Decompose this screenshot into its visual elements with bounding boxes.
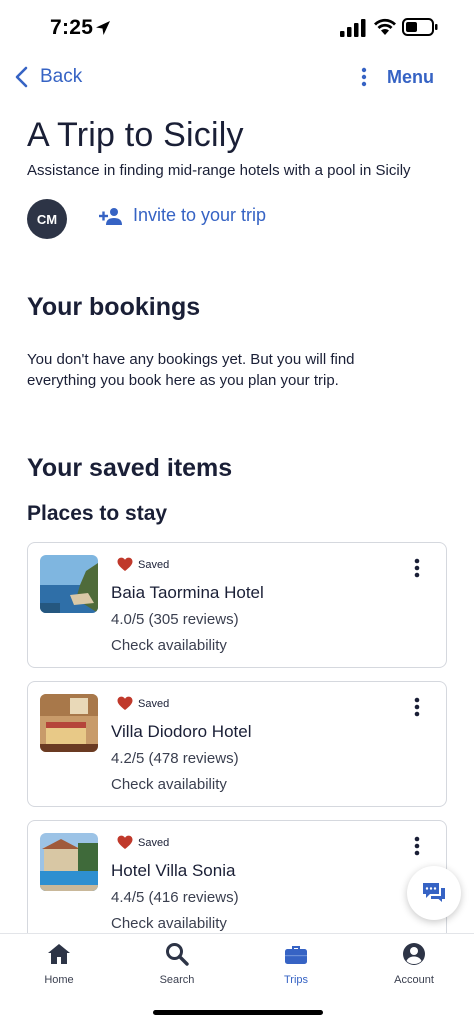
heart-icon[interactable] xyxy=(117,696,133,711)
hotel-thumbnail xyxy=(40,555,98,613)
check-availability-link[interactable]: Check availability xyxy=(111,776,227,793)
tab-label: Account xyxy=(394,974,434,986)
page-title: A Trip to Sicily xyxy=(27,116,244,154)
add-person-icon xyxy=(99,207,122,225)
tab-trips[interactable]: Trips xyxy=(256,942,336,986)
hotel-name: Villa Diodoro Hotel xyxy=(111,722,252,741)
more-vertical-icon[interactable] xyxy=(412,835,422,857)
saved-hotel-card[interactable]: Saved Hotel Villa Sonia 4.4/5 (416 revie… xyxy=(27,820,447,946)
hotel-rating: 4.2/5 (478 reviews) xyxy=(111,750,239,767)
home-indicator xyxy=(153,1010,323,1015)
saved-badge: Saved xyxy=(117,835,169,850)
account-icon xyxy=(403,943,425,965)
tab-label: Home xyxy=(44,974,74,986)
invite-button[interactable]: Invite to your trip xyxy=(99,205,266,226)
signal-icon xyxy=(340,19,366,37)
saved-hotel-card[interactable]: Saved Villa Diodoro Hotel 4.2/5 (478 rev… xyxy=(27,681,447,807)
check-availability-link[interactable]: Check availability xyxy=(111,915,227,932)
briefcase-icon xyxy=(285,946,307,964)
saved-label: Saved xyxy=(138,836,170,849)
invite-label: Invite to your trip xyxy=(133,205,267,225)
tab-home[interactable]: Home xyxy=(19,942,99,986)
saved-badge: Saved xyxy=(117,557,169,572)
menu-label: Menu xyxy=(387,66,434,87)
places-to-stay-heading: Places to stay xyxy=(27,502,168,525)
status-time: 7:25 xyxy=(50,16,94,39)
more-vertical-icon[interactable] xyxy=(412,557,422,579)
chat-button[interactable] xyxy=(407,866,461,920)
heart-icon[interactable] xyxy=(117,835,133,850)
more-vertical-icon xyxy=(361,67,367,87)
hotel-rating: 4.4/5 (416 reviews) xyxy=(111,889,239,906)
more-vertical-icon[interactable] xyxy=(412,696,422,718)
hotel-thumbnail xyxy=(40,833,98,891)
hotel-name: Baia Taormina Hotel xyxy=(111,583,264,602)
back-label: Back xyxy=(40,66,83,87)
status-bar: 7:25 xyxy=(0,0,474,58)
tab-search[interactable]: Search xyxy=(137,942,217,986)
saved-items-heading: Your saved items xyxy=(27,454,233,482)
hotel-thumbnail xyxy=(40,694,98,752)
check-availability-link[interactable]: Check availability xyxy=(111,637,227,654)
avatar[interactable]: CM xyxy=(27,199,67,239)
menu-button[interactable]: Menu xyxy=(359,62,434,92)
saved-badge: Saved xyxy=(117,696,169,711)
battery-icon xyxy=(402,18,438,36)
home-icon xyxy=(48,944,70,964)
chevron-left-icon xyxy=(15,66,28,88)
trip-subtitle: Assistance in finding mid-range hotels w… xyxy=(27,162,411,179)
tab-label: Trips xyxy=(283,974,309,986)
location-arrow-icon xyxy=(96,21,110,35)
wifi-icon xyxy=(374,18,396,35)
saved-hotel-card[interactable]: Saved Baia Taormina Hotel 4.0/5 (305 rev… xyxy=(27,542,447,668)
chat-icon xyxy=(423,883,445,902)
bookings-empty-text: You don't have any bookings yet. But you… xyxy=(27,351,355,389)
heart-icon[interactable] xyxy=(117,557,133,572)
tab-account[interactable]: Account xyxy=(374,942,454,986)
saved-label: Saved xyxy=(138,558,170,571)
saved-label: Saved xyxy=(138,697,170,710)
bookings-heading: Your bookings xyxy=(27,293,201,321)
back-button[interactable]: Back xyxy=(12,62,82,92)
tab-label: Search xyxy=(159,974,195,986)
search-icon xyxy=(166,943,189,966)
hotel-name: Hotel Villa Sonia xyxy=(111,861,236,880)
hotel-rating: 4.0/5 (305 reviews) xyxy=(111,611,239,628)
